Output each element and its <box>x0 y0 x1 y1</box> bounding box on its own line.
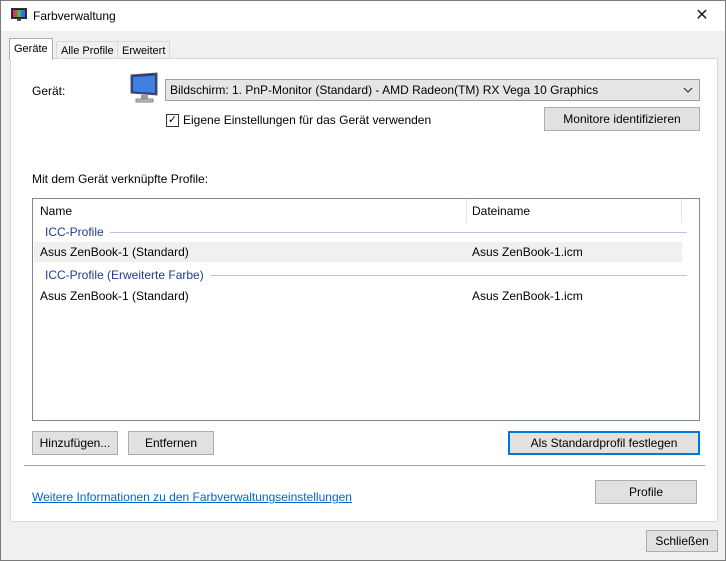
window-title: Farbverwaltung <box>33 9 116 23</box>
identify-monitors-label: Monitore identifizieren <box>563 112 681 126</box>
profile-name: Asus ZenBook-1 (Standard) <box>40 289 189 303</box>
tab-devices[interactable]: Geräte <box>9 38 53 60</box>
more-info-link[interactable]: Weitere Informationen zu den Farbverwalt… <box>32 490 352 504</box>
title-bar: Farbverwaltung ✕ <box>1 1 725 31</box>
section-divider <box>24 465 705 466</box>
check-icon: ✓ <box>167 114 178 126</box>
group-divider <box>209 274 687 276</box>
group-header-icc: ICC-Profile <box>45 224 687 240</box>
chevron-down-icon <box>683 80 693 108</box>
identify-monitors-button[interactable]: Monitore identifizieren <box>544 107 700 131</box>
column-header-label: Name <box>40 204 73 218</box>
tab-advanced[interactable]: Erweitert <box>117 41 171 59</box>
device-select-value: Bildschirm: 1. PnP-Monitor (Standard) - … <box>170 83 599 97</box>
set-default-profile-label: Als Standardprofil festlegen <box>530 436 678 450</box>
device-select[interactable]: Bildschirm: 1. PnP-Monitor (Standard) - … <box>165 79 700 101</box>
device-label: Gerät: <box>32 84 66 98</box>
group-header-icc-extended: ICC-Profile (Erweiterte Farbe) <box>45 267 687 283</box>
add-profile-label: Hinzufügen... <box>39 436 111 450</box>
column-separator[interactable] <box>466 199 467 223</box>
close-button-label: Schließen <box>655 534 709 548</box>
profiles-button[interactable]: Profile <box>595 480 697 504</box>
set-default-profile-button[interactable]: Als Standardprofil festlegen <box>508 431 700 455</box>
profile-filename: Asus ZenBook-1.icm <box>472 289 583 303</box>
group-title: ICC-Profile <box>45 225 104 239</box>
profiles-button-label: Profile <box>628 485 663 499</box>
table-row[interactable]: Asus ZenBook-1 (Standard) Asus ZenBook-1… <box>34 242 682 262</box>
profiles-list[interactable]: Name Dateiname ICC-Profile Asus ZenBook-… <box>32 198 700 421</box>
column-header-filename[interactable]: Dateiname <box>472 199 530 223</box>
add-profile-button[interactable]: Hinzufügen... <box>32 431 118 455</box>
close-button[interactable]: Schließen <box>646 530 718 552</box>
tab-label: Erweitert <box>122 45 166 57</box>
color-management-icon <box>11 8 27 21</box>
tab-all-profiles[interactable]: Alle Profile <box>56 41 119 59</box>
close-window-button[interactable]: ✕ <box>679 1 725 31</box>
column-header-name[interactable]: Name <box>40 199 72 223</box>
color-management-window: Farbverwaltung ✕ Geräte Alle Profile Erw… <box>0 0 726 561</box>
linked-profiles-label: Mit dem Gerät verknüpfte Profile: <box>32 172 209 186</box>
close-icon: ✕ <box>695 7 709 24</box>
column-header-label: Dateiname <box>472 204 531 218</box>
remove-profile-label: Entfernen <box>144 436 198 450</box>
remove-profile-button[interactable]: Entfernen <box>128 431 214 455</box>
group-title: ICC-Profile (Erweiterte Farbe) <box>45 268 204 282</box>
group-divider <box>109 231 687 233</box>
own-settings-checkbox[interactable]: ✓ <box>166 114 179 127</box>
table-row[interactable]: Asus ZenBook-1 (Standard) Asus ZenBook-1… <box>34 286 682 306</box>
tab-label: Geräte <box>14 43 48 55</box>
profile-name: Asus ZenBook-1 (Standard) <box>40 245 189 259</box>
own-settings-label: Eigene Einstellungen für das Gerät verwe… <box>183 113 432 127</box>
monitor-icon <box>130 72 158 103</box>
devices-tab-panel: Gerät: Bildschirm: 1. PnP-Monitor (Stand… <box>10 58 718 522</box>
tab-label: Alle Profile <box>61 45 114 57</box>
column-separator[interactable] <box>681 199 682 223</box>
profile-filename: Asus ZenBook-1.icm <box>472 245 583 259</box>
